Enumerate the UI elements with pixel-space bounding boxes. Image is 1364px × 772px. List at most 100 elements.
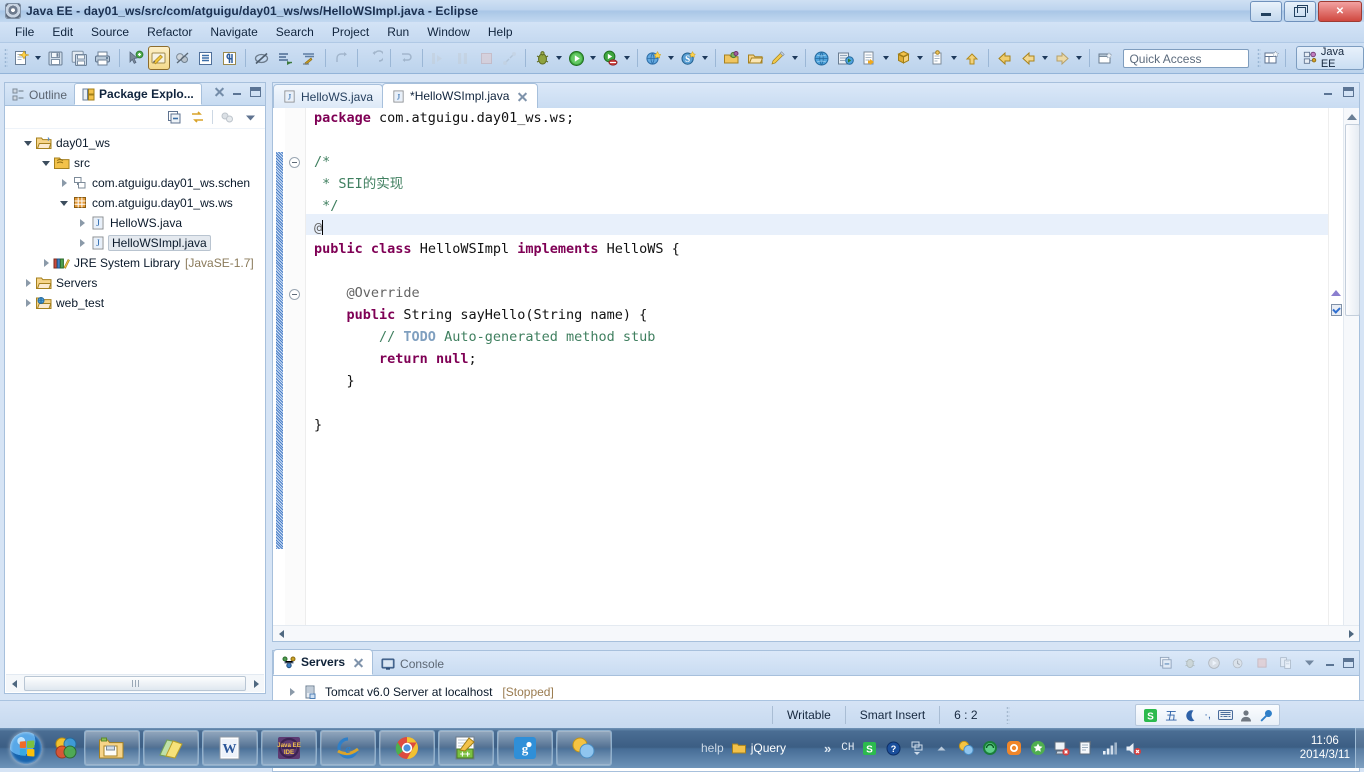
code-text-area[interactable]: package com.atguigu.day01_ws.ws; /* * SE… (306, 108, 1328, 641)
run-as-icon[interactable] (600, 46, 622, 70)
chevron-down-icon[interactable] (39, 156, 53, 170)
editor-vscrollbar[interactable] (1343, 108, 1360, 641)
debug-icon[interactable] (531, 46, 553, 70)
open-web-browser-icon[interactable] (811, 46, 833, 70)
hscroll-thumb[interactable] (24, 676, 246, 691)
qq-tray-icon[interactable] (957, 740, 974, 757)
print-icon[interactable] (92, 46, 114, 70)
perspective-switcher-java-ee[interactable]: Java EE (1295, 46, 1364, 70)
pause-icon[interactable] (452, 46, 474, 70)
package-explorer-hscrollbar[interactable] (6, 674, 264, 692)
view-menu-icon[interactable] (242, 109, 259, 126)
new-annotation-dropdown-icon[interactable] (790, 47, 800, 69)
toggle-java-ee-icon[interactable] (148, 46, 170, 70)
vscroll-thumb[interactable] (1345, 124, 1360, 316)
fold-toggle-comment[interactable] (289, 157, 300, 168)
minimize-icon[interactable] (232, 87, 243, 96)
tree-item-package-ws[interactable]: com.atguigu.day01_ws.ws (5, 193, 265, 213)
forward-dropdown-icon[interactable] (1074, 47, 1084, 69)
taskbar-button-explorer[interactable] (83, 730, 140, 766)
tab-console[interactable]: Console (373, 652, 452, 675)
new-wizard-dropdown-icon[interactable] (33, 47, 43, 69)
perspective-grip[interactable] (1257, 48, 1261, 68)
minimize-icon[interactable] (1325, 658, 1336, 667)
editor-tab-HelloWSImpl-java[interactable]: J *HelloWSImpl.java (382, 83, 539, 108)
collapse-all-icon[interactable] (1157, 654, 1174, 671)
new-server-icon[interactable] (643, 46, 665, 70)
start-server-icon[interactable] (1205, 654, 1222, 671)
tree-item-web_test[interactable]: web_test (5, 293, 265, 313)
taskbar-button-word[interactable]: W (201, 730, 258, 766)
skip-all-breakpoints-icon[interactable] (172, 46, 194, 70)
wubi-icon[interactable]: 五 (1165, 707, 1177, 724)
taskbar-button-messenger[interactable] (555, 730, 612, 766)
new-class-icon[interactable] (858, 46, 880, 70)
new-window-icon[interactable] (1095, 46, 1117, 70)
taskbar-jquery-label[interactable]: jQuery (751, 741, 786, 755)
taskbar-clock[interactable]: 11:06 2014/3/11 (1300, 734, 1350, 762)
link-with-editor-icon[interactable] (189, 109, 206, 126)
forward-icon[interactable] (1052, 46, 1074, 70)
new-package-icon[interactable] (893, 46, 915, 70)
todo-task-marker-icon[interactable] (1331, 304, 1342, 316)
signal-icon[interactable] (1101, 740, 1118, 757)
back-icon[interactable] (994, 46, 1016, 70)
network-error-icon[interactable] (1053, 740, 1070, 757)
tree-item-Servers[interactable]: Servers (5, 273, 265, 293)
taskbar-button-chrome[interactable] (378, 730, 435, 766)
tree-item-day01_ws[interactable]: day01_ws (5, 133, 265, 153)
overview-ruler[interactable] (1328, 108, 1343, 641)
menu-file[interactable]: File (6, 23, 43, 41)
search-icon[interactable]: S (678, 46, 700, 70)
new-class-dropdown-icon[interactable] (881, 47, 891, 69)
chevron-right-icon[interactable] (75, 236, 89, 250)
tree-item-HelloWSImpl-java[interactable]: J HelloWSImpl.java (5, 233, 265, 253)
search-dropdown-icon[interactable] (700, 47, 710, 69)
tree-item-src[interactable]: src (5, 153, 265, 173)
show-whitespace-icon[interactable] (195, 46, 217, 70)
collapse-all-icon[interactable] (166, 109, 183, 126)
maximize-button[interactable] (1284, 1, 1316, 22)
chevron-down-icon[interactable] (57, 196, 71, 210)
open-resource-icon[interactable] (927, 46, 949, 70)
stop-server-icon[interactable] (1253, 654, 1270, 671)
open-task-icon[interactable] (744, 46, 766, 70)
minimize-button[interactable] (1250, 1, 1282, 22)
save-icon[interactable] (45, 46, 67, 70)
taskbar-button-eclipse[interactable]: Java EE IDE (260, 730, 317, 766)
clipboard-icon[interactable] (1077, 740, 1094, 757)
focus-on-active-task-icon[interactable] (219, 109, 236, 126)
security-icon[interactable] (1005, 740, 1022, 757)
taskbar-button-notepadpp[interactable]: ++ (437, 730, 494, 766)
debug-server-icon[interactable] (1181, 654, 1198, 671)
run-icon[interactable] (566, 46, 588, 70)
show-hidden-icon[interactable] (933, 740, 950, 757)
profile-server-icon[interactable] (1229, 654, 1246, 671)
debug-dropdown-icon[interactable] (554, 47, 564, 69)
close-icon[interactable] (353, 657, 364, 668)
taskbar-button-qq[interactable]: g (496, 730, 553, 766)
minimize-icon[interactable] (1323, 87, 1334, 96)
pilcrow-icon[interactable] (219, 46, 241, 70)
open-type-icon[interactable] (721, 46, 743, 70)
close-button[interactable]: ✕ (1318, 1, 1362, 22)
next-annotation-icon[interactable] (275, 46, 297, 70)
sogou-s-icon[interactable]: S (861, 740, 878, 757)
editor-tab-HelloWS-java[interactable]: J HelloWS.java (273, 84, 384, 108)
taskbar-button-internet-explorer[interactable]: e (319, 730, 376, 766)
code-editor[interactable]: package com.atguigu.day01_ws.ws; /* * SE… (273, 108, 1360, 641)
ime-toolbar[interactable]: S 五 ·, (1135, 704, 1280, 726)
chevron-right-icon[interactable] (39, 256, 53, 270)
help-icon[interactable]: ? (885, 740, 902, 757)
menu-run[interactable]: Run (378, 23, 418, 41)
new-server-dropdown-icon[interactable] (666, 47, 676, 69)
disconnect-icon[interactable] (499, 46, 521, 70)
publish-icon[interactable] (1277, 654, 1294, 671)
menu-window[interactable]: Window (418, 23, 479, 41)
scroll-up-icon[interactable] (1346, 111, 1357, 122)
status-grip[interactable] (1005, 706, 1010, 724)
scroll-left-icon[interactable] (6, 676, 22, 691)
tree-item-HelloWS-java[interactable]: J HelloWS.java (5, 213, 265, 233)
chevron-right-icon[interactable] (57, 176, 71, 190)
menu-help[interactable]: Help (479, 23, 522, 41)
